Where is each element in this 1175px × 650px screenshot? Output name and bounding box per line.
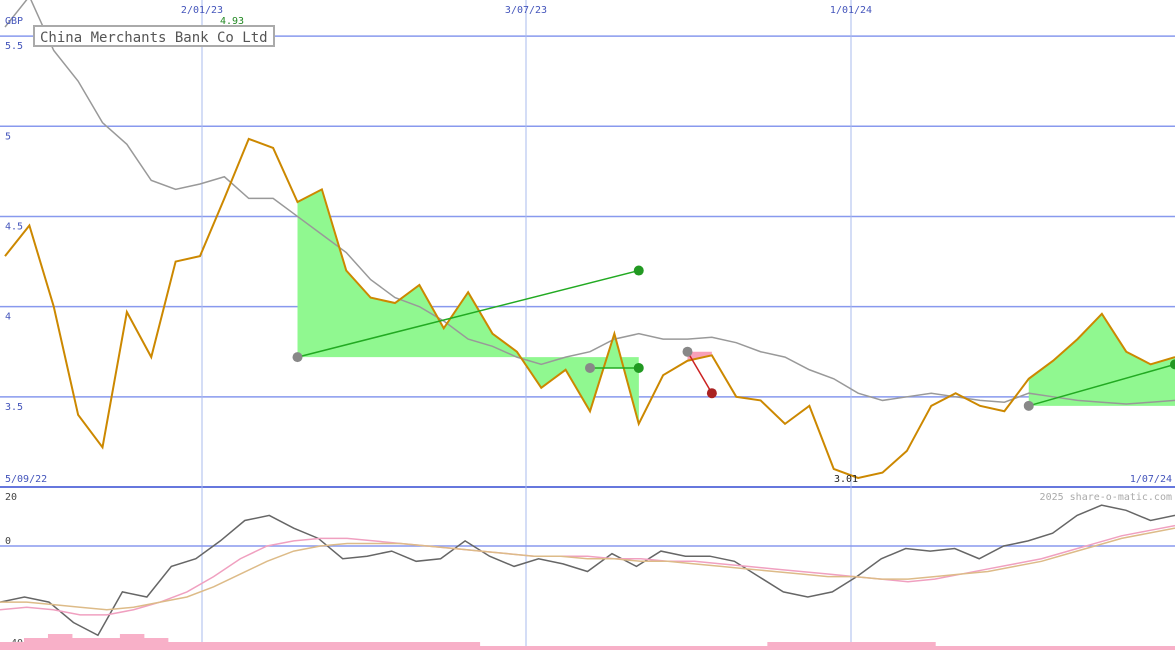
- y-tick-label: 3.5: [5, 402, 23, 413]
- volume-bar: [791, 642, 816, 650]
- volume-bar: [887, 642, 912, 650]
- volume-bar: [503, 646, 529, 650]
- volume-bar: [647, 646, 672, 650]
- series-line: [4, 0, 1175, 405]
- volume-bar: [143, 638, 169, 650]
- volume-bar: [383, 642, 409, 650]
- indicator-line: [0, 524, 1175, 616]
- volume-bar: [1103, 646, 1128, 650]
- volume-bar: [1031, 646, 1056, 650]
- volume-bar: [599, 646, 624, 650]
- volume-bar: [431, 642, 457, 650]
- volume-bar: [335, 642, 361, 650]
- volume-bar: [743, 646, 768, 650]
- volume-bar: [167, 642, 193, 650]
- volume-bar: [239, 642, 265, 650]
- chart-title: China Merchants Bank Co Ltd: [33, 25, 275, 47]
- copyright-label: 2025 share-o-matic.com: [1040, 492, 1172, 503]
- entry-marker: [292, 352, 303, 363]
- lower-y-tick-label: 20: [5, 492, 17, 503]
- volume-bar: [695, 646, 720, 650]
- grid: [0, 0, 1175, 650]
- indicator-line: [0, 504, 1175, 637]
- volume-bar: [215, 642, 241, 650]
- y-tick-label: 4.5: [5, 221, 23, 232]
- volume-bar: [1007, 646, 1032, 650]
- volume-bar: [1055, 646, 1080, 650]
- volume-bar: [815, 642, 840, 650]
- volume-bar: [671, 646, 696, 650]
- volume-bar: [575, 646, 600, 650]
- exit-marker: [706, 388, 717, 399]
- trade-region: [1028, 313, 1175, 406]
- indicator-line: [0, 527, 1175, 611]
- x-date-label: 1/01/24: [830, 5, 872, 16]
- x-date-label: 3/07/23: [505, 5, 547, 16]
- y-tick-label: 5.5: [5, 41, 23, 52]
- volume-bar: [119, 634, 145, 650]
- volume-bar: [23, 638, 49, 650]
- entry-marker: [1023, 400, 1034, 411]
- price-chart: 5.5 5 4.5 4 3.5 2/01/23 3/07/23 1/01/24 GBP 5/09/…: [0, 0, 1175, 650]
- entry-marker: [585, 362, 595, 373]
- volume-bar: [767, 642, 792, 650]
- volume-bar: [455, 642, 481, 650]
- volume-bar: [959, 646, 984, 650]
- volume-bar: [359, 642, 385, 650]
- range-end-label: 1/07/24: [1130, 474, 1172, 485]
- lower-y-tick-label: 0: [5, 536, 11, 547]
- volume-bar: [47, 634, 73, 650]
- volume-bar: [551, 646, 577, 650]
- indicator-panel: 200-40: [0, 492, 1175, 650]
- volume-bar: [407, 642, 433, 650]
- volume-bar: [935, 646, 960, 650]
- x-date-label: 2/01/23: [181, 5, 223, 16]
- volume-bar: [191, 642, 217, 650]
- volume-bar: [311, 642, 337, 650]
- entry-marker: [682, 346, 693, 357]
- volume-bar: [863, 642, 888, 650]
- volume-bar: [0, 642, 25, 650]
- volume-bar: [1127, 646, 1152, 650]
- currency-label: GBP: [5, 16, 23, 27]
- volume-bar: [71, 638, 97, 650]
- y-tick-label: 5: [5, 131, 11, 142]
- volume-bar: [95, 638, 121, 650]
- volume-bar: [839, 642, 864, 650]
- volume-bar: [719, 646, 744, 650]
- volume-bar: [983, 646, 1008, 650]
- volume-bar: [287, 642, 313, 650]
- series-line: [4, 137, 1175, 480]
- volume-bar: [263, 642, 289, 650]
- min-value-label: 3.01: [834, 474, 858, 485]
- volume-bar: [1079, 646, 1104, 650]
- exit-marker: [633, 265, 644, 276]
- axis-labels: 5.5 5 4.5 4 3.5 2/01/23 3/07/23 1/01/24 GBP 5/09/…: [5, 5, 1172, 503]
- y-tick-label: 4: [5, 312, 11, 323]
- range-start-label: 5/09/22: [5, 474, 47, 485]
- volume-bar: [527, 646, 553, 650]
- volume-bar: [911, 642, 936, 650]
- exit-marker: [633, 362, 644, 373]
- volume-bar: [1151, 646, 1175, 650]
- volume-bar: [623, 646, 648, 650]
- volume-bar: [479, 646, 505, 650]
